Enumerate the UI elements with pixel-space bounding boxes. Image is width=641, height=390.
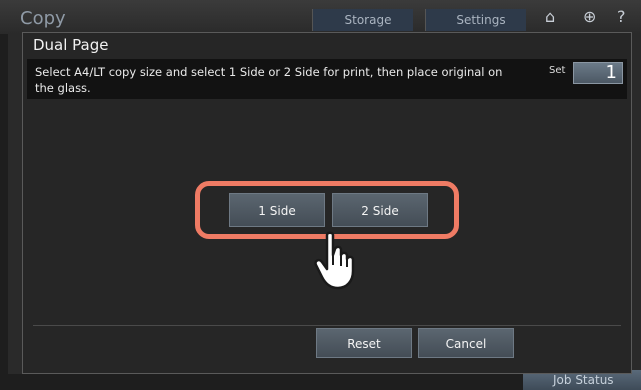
message-bar: Select A4/LT copy size and select 1 Side…	[27, 59, 627, 99]
two-side-button[interactable]: 2 Side	[332, 193, 428, 227]
one-side-button[interactable]: 1 Side	[229, 193, 325, 227]
set-label: Set	[549, 65, 566, 76]
home-icon[interactable]: ⌂	[545, 9, 555, 25]
dialog-title: Dual Page	[33, 36, 109, 54]
divider	[33, 325, 621, 326]
help-icon[interactable]: ?	[617, 9, 626, 25]
hand-pointer-icon	[314, 231, 355, 290]
globe-icon[interactable]: ⊕	[583, 9, 596, 25]
app-title: Copy	[20, 8, 66, 29]
cancel-button[interactable]: Cancel	[418, 328, 514, 358]
settings-button[interactable]: Settings	[425, 9, 526, 31]
instruction-text: Select A4/LT copy size and select 1 Side…	[35, 65, 503, 95]
storage-button[interactable]: Storage	[312, 9, 413, 31]
set-count-field[interactable]: 1	[573, 62, 623, 84]
top-bar: Copy Storage Settings ⌂ ⊕ ?	[0, 0, 641, 34]
dual-page-dialog: Dual Page Select A4/LT copy size and sel…	[22, 32, 632, 374]
reset-button[interactable]: Reset	[316, 328, 412, 358]
